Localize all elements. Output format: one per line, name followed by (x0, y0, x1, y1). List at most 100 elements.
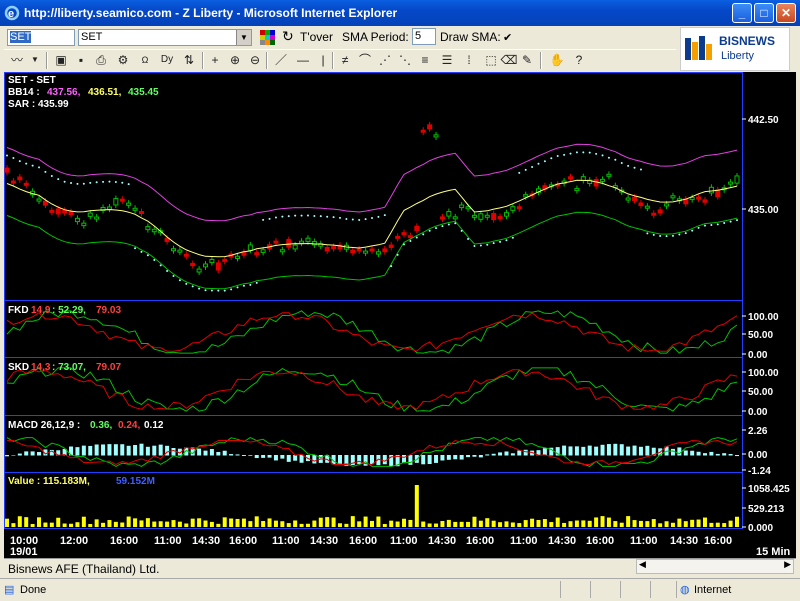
macd-bar (299, 455, 304, 463)
fibonacci-icon[interactable]: ≡ (416, 51, 434, 69)
window-title: http://liberty.seamico.com - Z Liberty -… (24, 6, 398, 20)
maximize-button[interactable]: □ (754, 3, 774, 23)
minimize-button[interactable]: _ (732, 3, 752, 23)
macd-bar (30, 451, 35, 456)
macd-bar (568, 446, 573, 456)
save-icon[interactable]: ▪ (72, 51, 90, 69)
candle-body (600, 178, 606, 182)
candle-body (138, 211, 144, 215)
sar-dot (595, 152, 598, 155)
chart-area[interactable]: SET - SET BB14 : 437.56, 436.51, 435.45 SAR :… (4, 72, 796, 558)
symbol-input[interactable]: SET (7, 29, 75, 46)
volume-bar (440, 521, 445, 527)
macd-bar (613, 443, 618, 456)
time-axis-label: 11:00 (510, 535, 538, 547)
retracement-icon[interactable]: ☰ (438, 51, 456, 69)
zoom-out-icon[interactable]: ⊖ (246, 51, 264, 69)
macd-bar (600, 444, 605, 456)
volume-bar (261, 521, 266, 527)
compare-icon[interactable]: ⇅ (180, 51, 198, 69)
help-icon[interactable]: ? (570, 51, 588, 69)
volume-bar (17, 516, 22, 527)
macd-bar (472, 455, 477, 457)
candle-body (273, 240, 279, 244)
draw-sma-checkbox[interactable]: ✔ (503, 31, 512, 44)
macd-bar (645, 445, 650, 456)
macd-bar (113, 444, 118, 456)
indicator-icon[interactable]: Ω (136, 51, 154, 69)
volume-bar (542, 519, 547, 527)
sar-dot (447, 223, 450, 226)
volume-bar (555, 517, 560, 527)
sar-dot (217, 289, 220, 292)
chevron-down-icon[interactable]: ▼ (26, 51, 44, 69)
chevron-down-icon[interactable]: ▼ (236, 30, 251, 45)
sar-dot (358, 218, 361, 221)
sar-dot (178, 279, 181, 282)
print-icon[interactable]: ⎙ (92, 51, 110, 69)
volume-bar (139, 520, 144, 527)
candle-body (471, 214, 477, 218)
arc-icon[interactable]: ⌒ (356, 51, 374, 69)
macd-bar (478, 455, 483, 458)
candle-body (305, 237, 311, 243)
volume-bar (88, 523, 93, 527)
horizontal-line-icon[interactable]: — (294, 51, 312, 69)
volume-bar (434, 523, 439, 527)
horizontal-scrollbar[interactable]: ◀ ▶ (636, 559, 794, 574)
chart-type-line-icon[interactable]: 〰 (8, 51, 26, 69)
color-grid-icon[interactable] (260, 30, 276, 46)
sar-dot (140, 250, 143, 253)
macd-bar (152, 445, 157, 456)
zoom-in-icon[interactable]: ⊕ (226, 51, 244, 69)
volume-bar (702, 517, 707, 527)
macd-bar (581, 446, 586, 456)
pan-hand-icon[interactable]: ✋ (548, 51, 566, 69)
skd-params: 14,3 (31, 362, 51, 373)
sar-label: SAR : 435.99 (8, 99, 69, 110)
volume-bar (523, 520, 528, 527)
delete-icon[interactable]: ⌫ (500, 51, 518, 69)
erase-icon[interactable]: ✎ (518, 51, 536, 69)
volume-bar (24, 517, 29, 527)
tover-label[interactable]: T'over (300, 30, 333, 44)
candle-body (708, 186, 714, 194)
sma-period-input[interactable]: 5 (412, 28, 436, 45)
sar-dot (627, 164, 630, 167)
sar-dot (166, 270, 169, 273)
trend-line-icon[interactable]: ／ (272, 51, 290, 69)
refresh-icon[interactable]: ↻ (282, 28, 294, 45)
sar-dot (204, 289, 207, 292)
zoom-fit-icon[interactable]: ▣ (52, 51, 70, 69)
dy-icon[interactable]: Dy (158, 51, 176, 69)
vertical-line-icon[interactable]: | (314, 51, 332, 69)
gann-icon[interactable]: ⋱ (396, 51, 414, 69)
macd-bar (312, 455, 317, 464)
sar-dot (396, 253, 399, 256)
cycle-icon[interactable]: ⁞ (460, 51, 478, 69)
volume-bar (254, 516, 259, 527)
price-axis-label: 442.50 (748, 115, 779, 126)
volume-bar (145, 518, 150, 527)
chart-settings-icon[interactable]: ⚙ (114, 51, 132, 69)
macd-bar (485, 454, 490, 456)
sar-dot (441, 225, 444, 228)
sar-dot (678, 233, 681, 236)
scroll-left-icon[interactable]: ◀ (639, 559, 646, 570)
fan-icon[interactable]: ⋰ (376, 51, 394, 69)
volume-bar (696, 519, 701, 527)
select-icon[interactable]: ⬚ (482, 51, 500, 69)
volume-bar (344, 523, 349, 527)
close-button[interactable]: ✕ (776, 3, 796, 23)
volume-bar (229, 518, 234, 527)
sar-dot (428, 229, 431, 232)
chart-canvas[interactable]: SET - SETBB14 : 437.56, 436.51, 435.45 SAR :… (4, 72, 796, 558)
channel-icon[interactable]: ≠ (336, 51, 354, 69)
crosshair-icon[interactable]: + (206, 51, 224, 69)
volume-bar (587, 520, 592, 527)
sar-dot (364, 218, 367, 221)
candle-body (452, 216, 458, 220)
symbol-select[interactable]: SET ▼ (78, 29, 252, 46)
sar-dot (326, 215, 329, 218)
scroll-right-icon[interactable]: ▶ (784, 559, 791, 570)
